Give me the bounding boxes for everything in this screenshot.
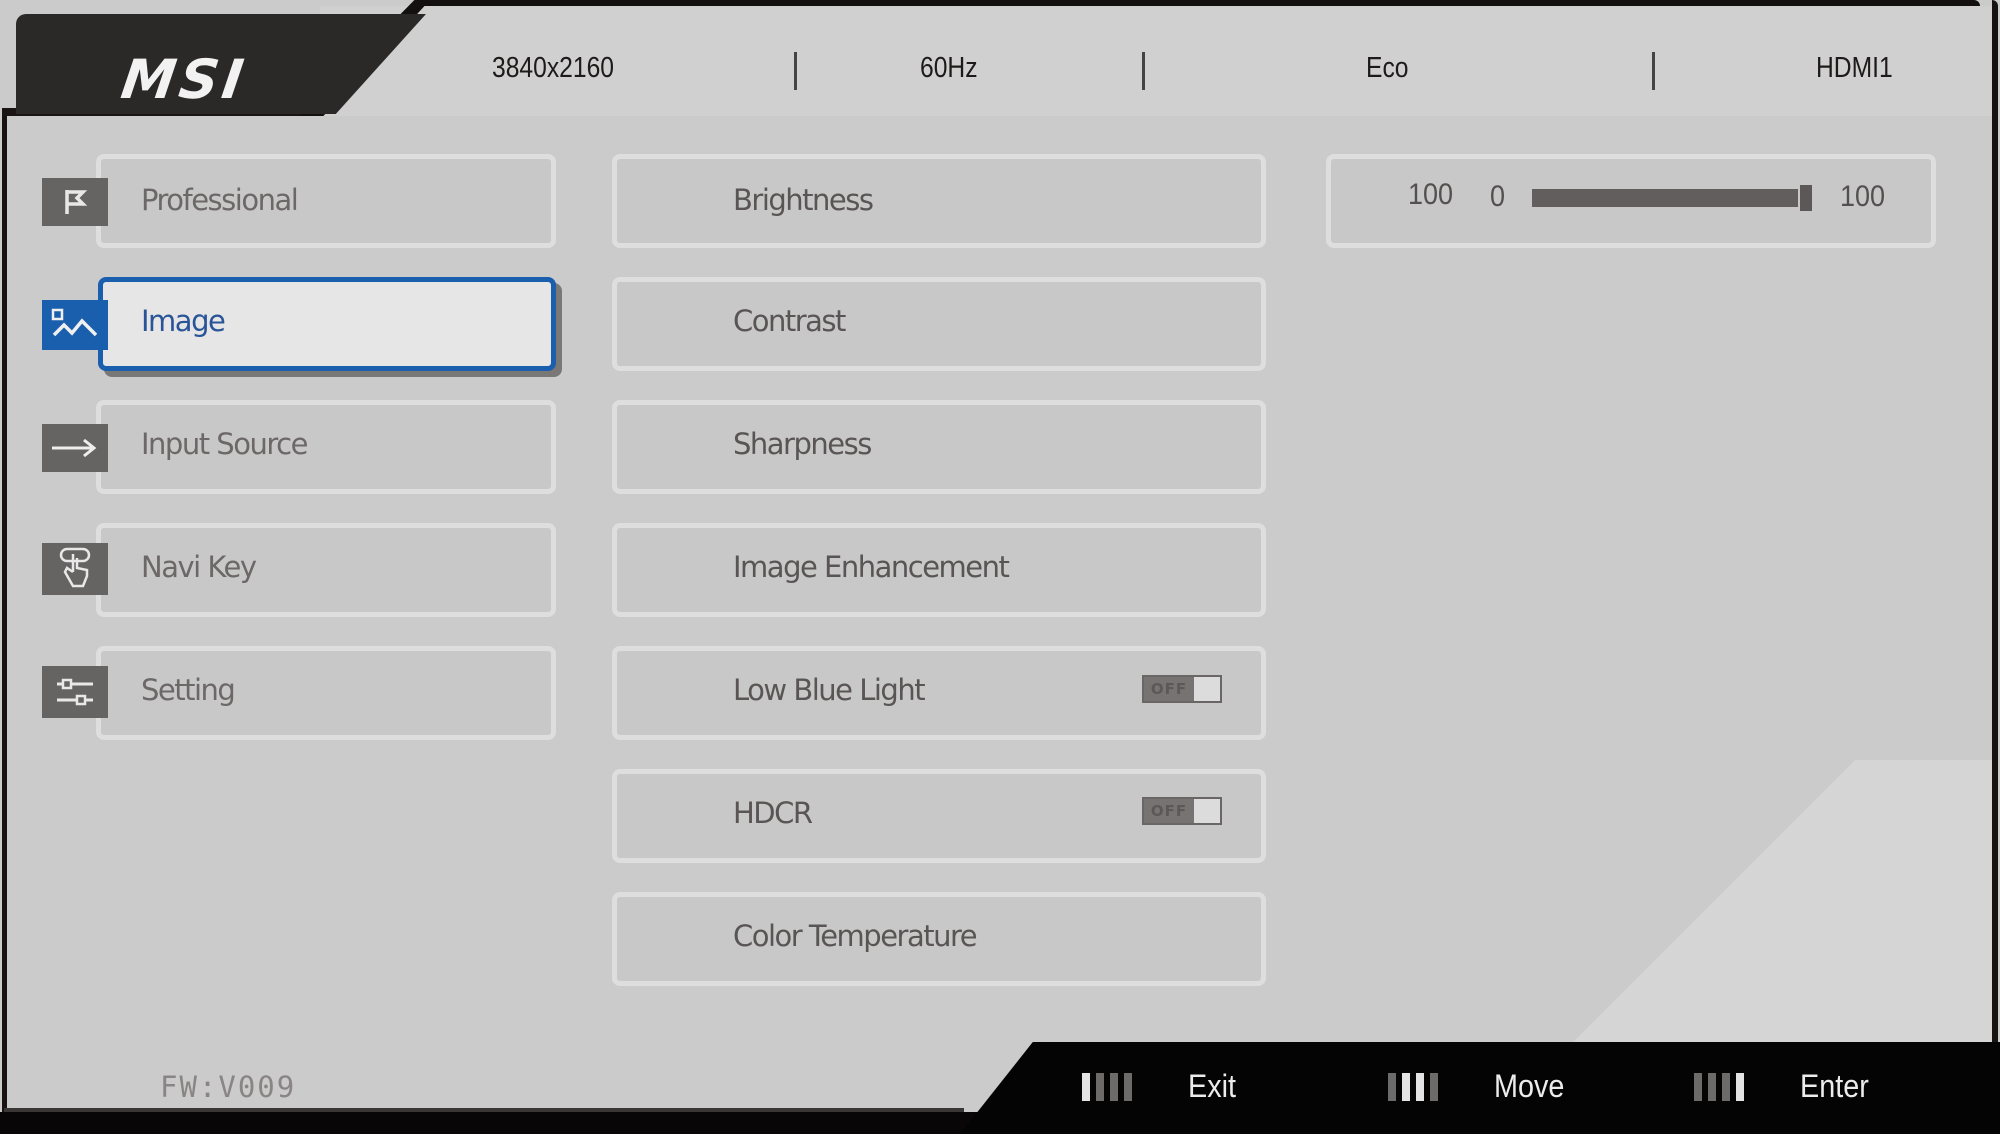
indicator-bar — [1082, 1072, 1090, 1101]
indicator-bar — [1124, 1072, 1132, 1101]
indicator-bar — [1736, 1072, 1744, 1101]
hdcr-toggle[interactable]: OFF — [1142, 797, 1222, 825]
submenu-brightness[interactable]: Brightness — [612, 154, 1266, 248]
brightness-slider-fill — [1532, 189, 1798, 207]
image-icon — [42, 300, 108, 350]
flag-icon — [42, 178, 108, 226]
submenu-image-enhancement[interactable]: Image Enhancement — [612, 523, 1266, 617]
indicator-bar — [1402, 1072, 1410, 1101]
submenu-color-temperature[interactable]: Color Temperature — [612, 892, 1266, 986]
category-navi-key[interactable]: Navi Key — [96, 523, 556, 617]
hint-enter[interactable]: Enter — [1694, 1068, 1876, 1105]
category-label: Input Source — [141, 427, 308, 461]
category-image[interactable]: Image — [98, 277, 556, 371]
monitor-osd: MSI 3840x2160 60Hz Eco HDMI1 Professiona… — [0, 0, 2000, 1134]
category-input-source[interactable]: Input Source — [96, 400, 556, 494]
hint-label: Enter — [1800, 1068, 1869, 1104]
status-divider — [1652, 52, 1655, 90]
hint-exit[interactable]: Exit — [1082, 1068, 1241, 1105]
category-label: Navi Key — [141, 550, 257, 584]
status-divider — [1142, 52, 1145, 90]
joystick-indicator-icon — [1082, 1072, 1132, 1101]
sliders-icon — [42, 666, 108, 718]
indicator-bar — [1694, 1072, 1702, 1101]
touch-key-icon — [42, 543, 108, 595]
max-value: 100 — [1840, 180, 1886, 213]
hint-label: Exit — [1188, 1068, 1237, 1104]
submenu-label: HDCR — [733, 796, 813, 830]
indicator-bar — [1110, 1072, 1118, 1101]
toggle-state: OFF — [1144, 677, 1194, 701]
joystick-indicator-icon — [1694, 1072, 1744, 1101]
min-value: 0 — [1490, 180, 1506, 213]
status-divider — [794, 52, 797, 90]
frame-right-border — [1992, 0, 1998, 1050]
indicator-bar — [1722, 1072, 1730, 1101]
msi-logo: MSI — [117, 48, 252, 111]
current-value: 100 — [1408, 178, 1454, 211]
frame-left-border — [2, 112, 7, 1122]
brightness-slider-track[interactable] — [1532, 189, 1798, 207]
category-label: Professional — [141, 183, 299, 217]
hint-label: Move — [1494, 1068, 1565, 1104]
category-label: Setting — [141, 673, 236, 707]
firmware-version: FW:V009 — [160, 1070, 297, 1104]
joystick-indicator-icon — [1388, 1072, 1438, 1101]
category-professional[interactable]: Professional — [96, 154, 556, 248]
submenu-label: Brightness — [733, 183, 874, 217]
submenu-contrast[interactable]: Contrast — [612, 277, 1266, 371]
submenu-label: Sharpness — [733, 427, 872, 461]
indicator-bar — [1430, 1072, 1438, 1101]
indicator-bar — [1416, 1072, 1424, 1101]
status-mode: Eco — [1366, 52, 1409, 84]
hint-move[interactable]: Move — [1388, 1068, 1572, 1105]
submenu-sharpness[interactable]: Sharpness — [612, 400, 1266, 494]
submenu-label: Image Enhancement — [733, 550, 1010, 584]
indicator-bar — [1708, 1072, 1716, 1101]
status-refresh-rate: 60Hz — [920, 52, 978, 84]
toggle-state: OFF — [1144, 799, 1194, 823]
submenu-label: Contrast — [733, 304, 846, 338]
low-blue-light-toggle[interactable]: OFF — [1142, 675, 1222, 703]
indicator-bar — [1388, 1072, 1396, 1101]
background-shade — [1200, 760, 1992, 1060]
status-input: HDMI1 — [1816, 52, 1893, 84]
submenu-label: Color Temperature — [733, 919, 978, 953]
status-resolution: 3840x2160 — [492, 52, 615, 84]
category-setting[interactable]: Setting — [96, 646, 556, 740]
arrow-right-icon — [42, 424, 108, 472]
indicator-bar — [1096, 1072, 1104, 1101]
category-label: Image — [141, 304, 226, 338]
brightness-slider-handle[interactable] — [1800, 185, 1812, 211]
submenu-label: Low Blue Light — [733, 673, 926, 707]
